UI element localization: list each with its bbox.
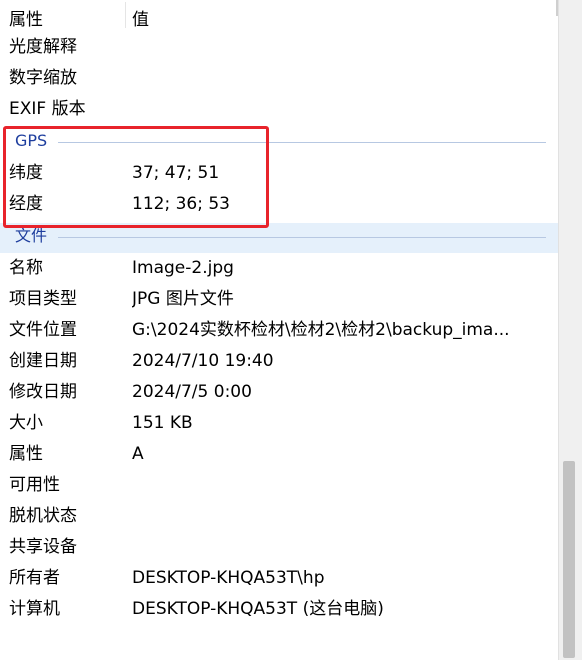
group-label: 文件	[15, 226, 48, 245]
property-value: Image-2.jpg	[132, 258, 234, 278]
property-name: 名称	[9, 258, 43, 278]
property-name: 创建日期	[9, 351, 77, 371]
column-header-value[interactable]: 值	[132, 5, 149, 30]
list-item[interactable]: 共享设备	[0, 532, 558, 563]
list-item[interactable]: EXIF 版本	[0, 94, 558, 125]
property-name: EXIF 版本	[9, 99, 86, 119]
list-item[interactable]: 属性 A	[0, 439, 558, 470]
column-separator[interactable]	[125, 2, 126, 28]
list-item[interactable]: 修改日期 2024/7/5 0:00	[0, 377, 558, 408]
group-divider	[58, 237, 546, 238]
property-value: G:\2024实数杯检材\检材2\检材2\backup_ima...	[132, 320, 510, 340]
property-name: 文件位置	[9, 320, 77, 340]
group-header-gps[interactable]: GPS	[0, 128, 558, 158]
column-header: 属性 值	[0, 0, 558, 31]
property-name: 脱机状态	[9, 506, 77, 526]
property-value: 112; 36; 53	[132, 194, 230, 214]
property-name: 纬度	[9, 163, 43, 183]
column-header-name[interactable]: 属性	[9, 5, 43, 30]
property-name: 大小	[9, 413, 43, 433]
property-value: 151 KB	[132, 413, 193, 433]
list-item[interactable]: 所有者 DESKTOP-KHQA53T\hp	[0, 563, 558, 594]
property-name: 经度	[9, 194, 43, 214]
property-name: 数字缩放	[9, 68, 77, 88]
property-name: 项目类型	[9, 289, 77, 309]
scrollbar-thumb[interactable]	[563, 461, 575, 658]
list-item[interactable]: 经度 112; 36; 53	[0, 189, 558, 220]
property-name: 光度解释	[9, 37, 77, 57]
list-item[interactable]: 创建日期 2024/7/10 19:40	[0, 346, 558, 377]
list-item[interactable]: 大小 151 KB	[0, 408, 558, 439]
group-header-file[interactable]: 文件	[0, 223, 558, 253]
property-name: 可用性	[9, 475, 60, 495]
list-item[interactable]: 名称 Image-2.jpg	[0, 253, 558, 284]
property-name: 属性	[9, 444, 43, 464]
list-item[interactable]: 光度解释	[0, 32, 558, 63]
property-name: 共享设备	[9, 537, 77, 557]
list-item[interactable]: 可用性	[0, 470, 558, 501]
vertical-scrollbar[interactable]	[558, 0, 582, 660]
property-value: DESKTOP-KHQA53T (这台电脑)	[132, 599, 384, 619]
property-name: 所有者	[9, 568, 60, 588]
property-value: 2024/7/5 0:00	[132, 382, 252, 402]
properties-details-list: 属性 值 光度解释 数字缩放 EXIF 版本 GPS 纬度 37; 47; 51…	[0, 0, 558, 660]
property-value: DESKTOP-KHQA53T\hp	[132, 568, 325, 588]
list-item[interactable]: 文件位置 G:\2024实数杯检材\检材2\检材2\backup_ima...	[0, 315, 558, 346]
list-item[interactable]: 纬度 37; 47; 51	[0, 158, 558, 189]
list-item[interactable]: 数字缩放	[0, 63, 558, 94]
property-name: 计算机	[9, 599, 60, 619]
group-divider	[58, 142, 546, 143]
group-label: GPS	[15, 131, 48, 150]
list-item[interactable]: 脱机状态	[0, 501, 558, 532]
property-value: 2024/7/10 19:40	[132, 351, 274, 371]
list-item[interactable]: 计算机 DESKTOP-KHQA53T (这台电脑)	[0, 594, 558, 625]
property-value: JPG 图片文件	[132, 289, 234, 309]
property-value: A	[132, 444, 144, 464]
property-name: 修改日期	[9, 382, 77, 402]
property-value: 37; 47; 51	[132, 163, 220, 183]
list-item[interactable]: 项目类型 JPG 图片文件	[0, 284, 558, 315]
